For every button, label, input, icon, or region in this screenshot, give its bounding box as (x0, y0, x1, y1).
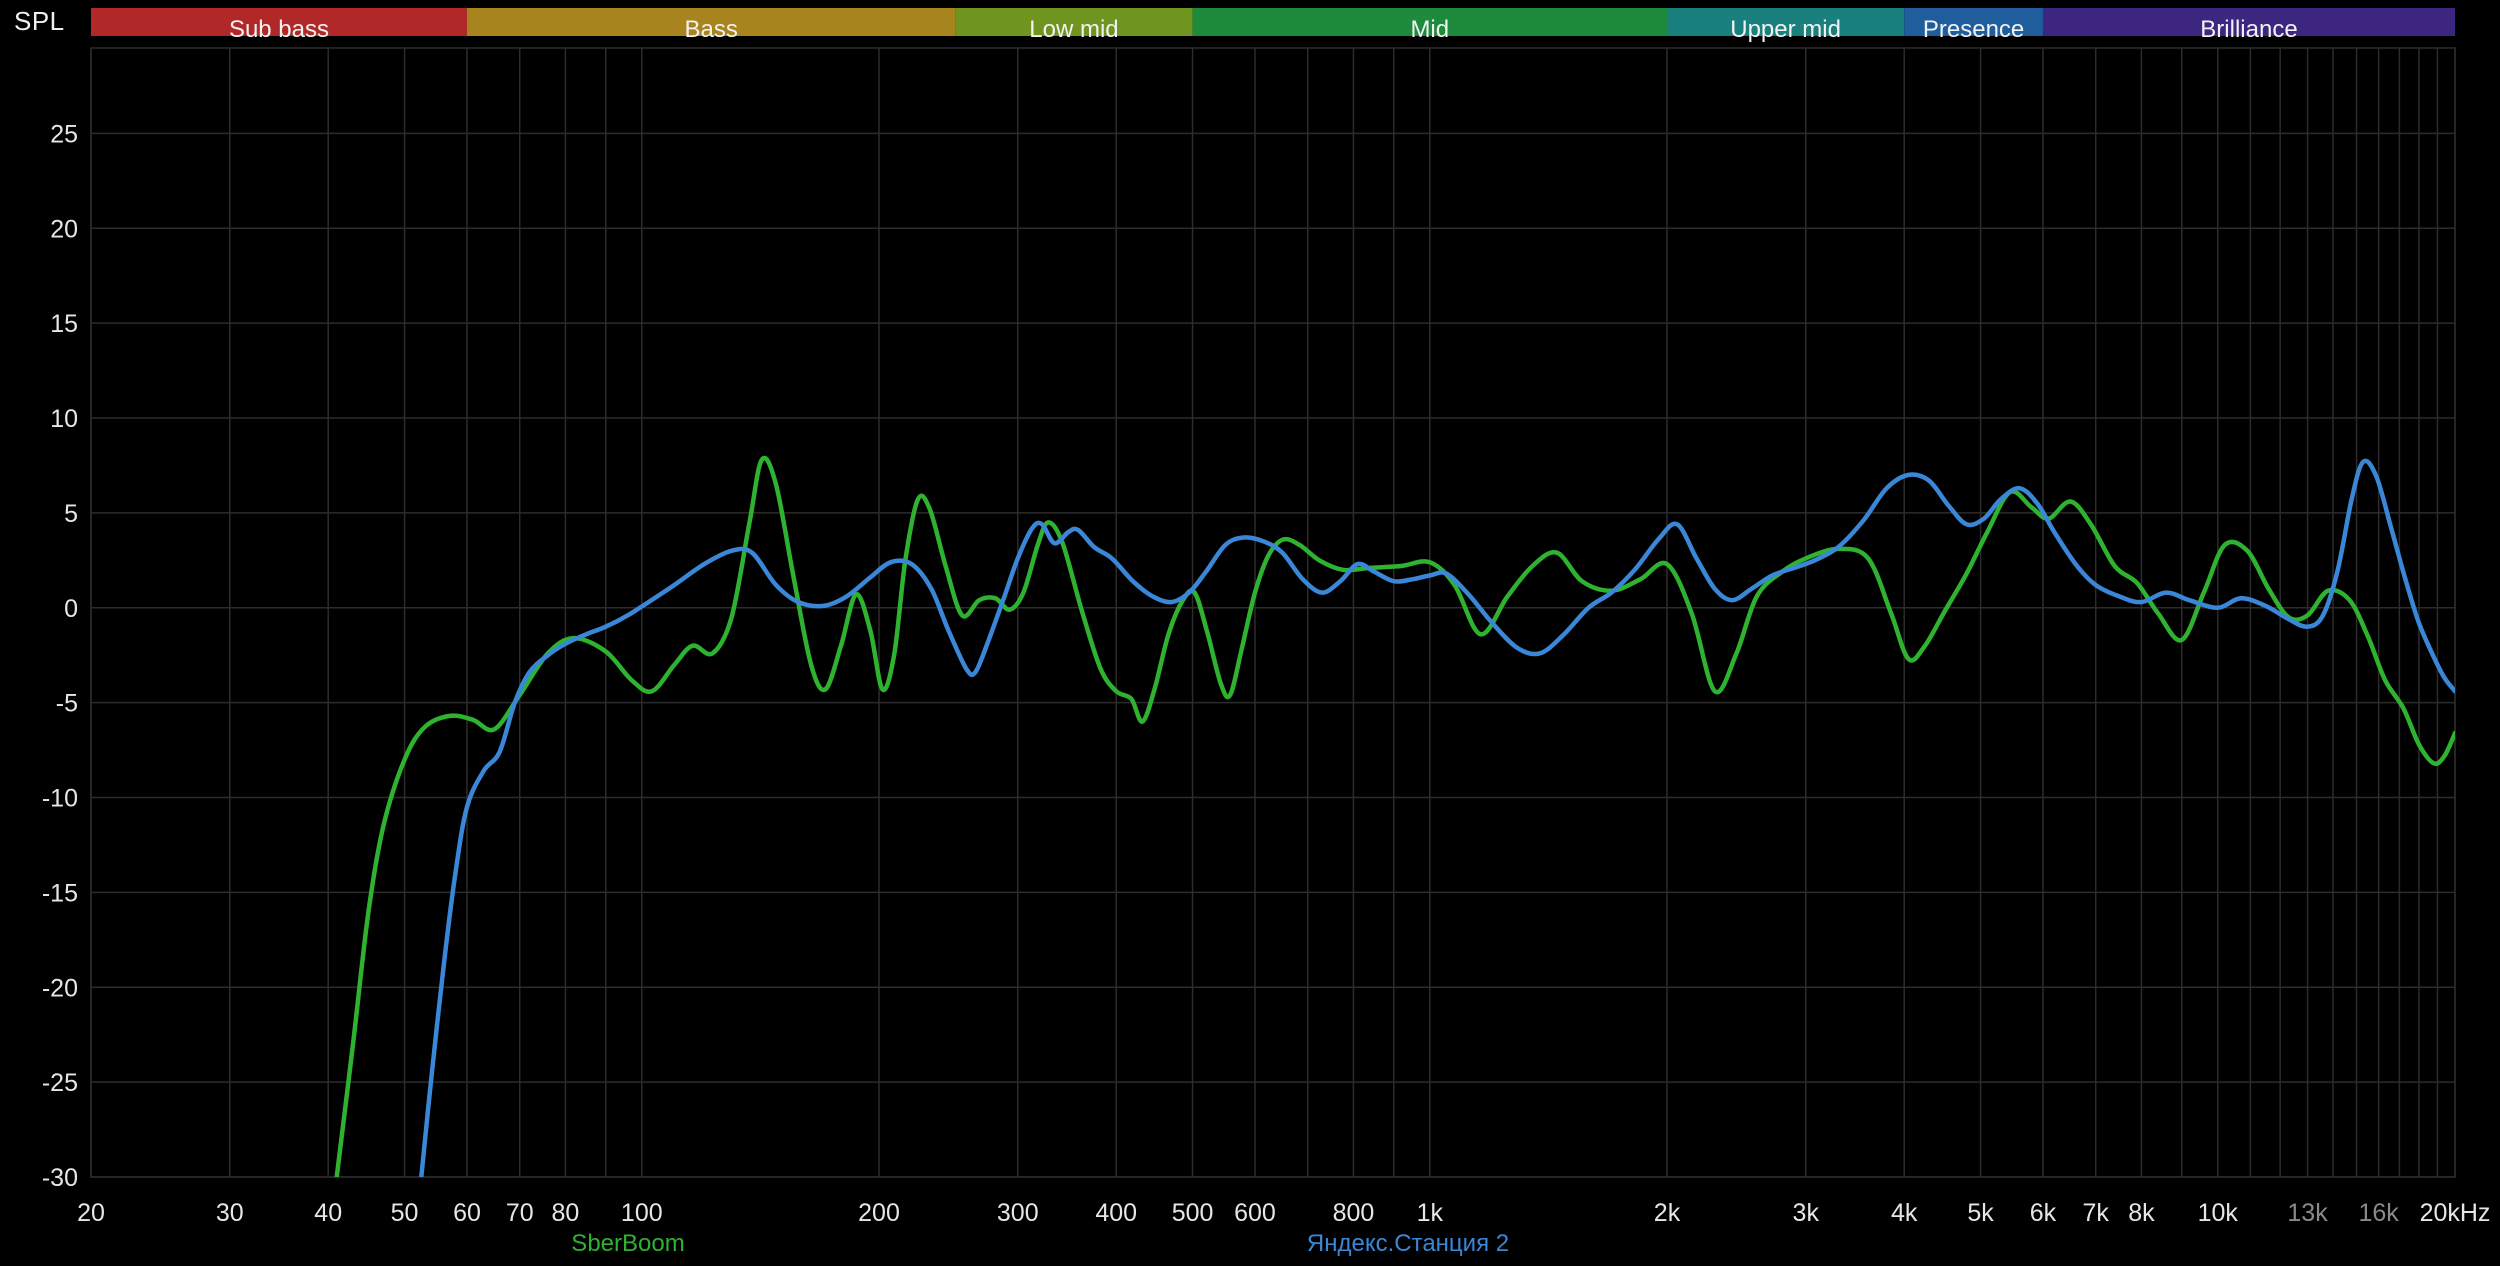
spl-frequency-response-chart: Sub bass Bass Low mid Mid Upper mid Presence B… (0, 0, 2500, 1266)
x-tick-label: 13k (2287, 1199, 2328, 1227)
y-tick-label: 20 (50, 215, 78, 243)
x-tick-label: 3k (1793, 1199, 1820, 1227)
curve-sberboom (334, 455, 2455, 1177)
x-tick-label: 800 (1333, 1199, 1375, 1227)
band-label: Bass (684, 16, 737, 43)
band-label: Upper mid (1730, 16, 1841, 43)
x-tick-label: 6k (2030, 1199, 2057, 1227)
x-tick-label: 20kHz (2420, 1199, 2491, 1227)
band-label: Sub bass (229, 16, 329, 43)
x-tick-label: 300 (997, 1199, 1039, 1227)
x-tick-label: 600 (1234, 1199, 1276, 1227)
x-tick-label: 60 (453, 1199, 481, 1227)
x-tick-label: 1k (1417, 1199, 1444, 1227)
y-axis-title: SPL (14, 6, 65, 36)
y-tick-label: 10 (50, 405, 78, 433)
band-label: Presence (1923, 16, 2024, 43)
x-tick-label: 8k (2128, 1199, 2155, 1227)
plot-border (90, 47, 2456, 1178)
x-tick-label: 4k (1891, 1199, 1918, 1227)
x-tick-label: 500 (1172, 1199, 1214, 1227)
plot-area: Sub bass Bass Low mid Mid Upper mid Presence B… (42, 8, 2491, 1227)
y-tick-label: -10 (42, 785, 78, 813)
y-tick-label: -15 (42, 879, 78, 907)
x-tick-label: 30 (216, 1199, 244, 1227)
y-tick-label: 5 (64, 500, 78, 528)
y-tick-label: 15 (50, 310, 78, 338)
x-tick-label: 16k (2358, 1199, 2399, 1227)
x-tick-label: 2k (1654, 1199, 1681, 1227)
x-tick-label: 20 (77, 1199, 105, 1227)
x-tick-label: 80 (552, 1199, 580, 1227)
y-tick-label: -25 (42, 1069, 78, 1097)
band-label: Brilliance (2200, 16, 2297, 43)
x-tick-label: 70 (506, 1199, 534, 1227)
x-tick-label: 10k (2198, 1199, 2239, 1227)
band-label: Mid (1410, 16, 1449, 43)
x-tick-label: 200 (858, 1199, 900, 1227)
x-tick-label: 100 (621, 1199, 663, 1227)
legend-item-0: SberBoom (571, 1230, 685, 1257)
y-tick-label: -30 (42, 1164, 78, 1192)
x-tick-label: 400 (1095, 1199, 1137, 1227)
y-tick-label: 25 (50, 120, 78, 148)
y-tick-label: 0 (64, 595, 78, 623)
x-tick-label: 40 (314, 1199, 342, 1227)
x-tick-label: 7k (2083, 1199, 2110, 1227)
y-tick-label: -20 (42, 974, 78, 1002)
x-tick-label: 5k (1967, 1199, 1994, 1227)
x-tick-label: 50 (391, 1199, 419, 1227)
legend: SberBoom Яндекс.Станция 2 (0, 1230, 2500, 1262)
band-label: Low mid (1029, 16, 1118, 43)
legend-item-1: Яндекс.Станция 2 (1306, 1230, 1510, 1257)
y-tick-label: -5 (56, 690, 78, 718)
